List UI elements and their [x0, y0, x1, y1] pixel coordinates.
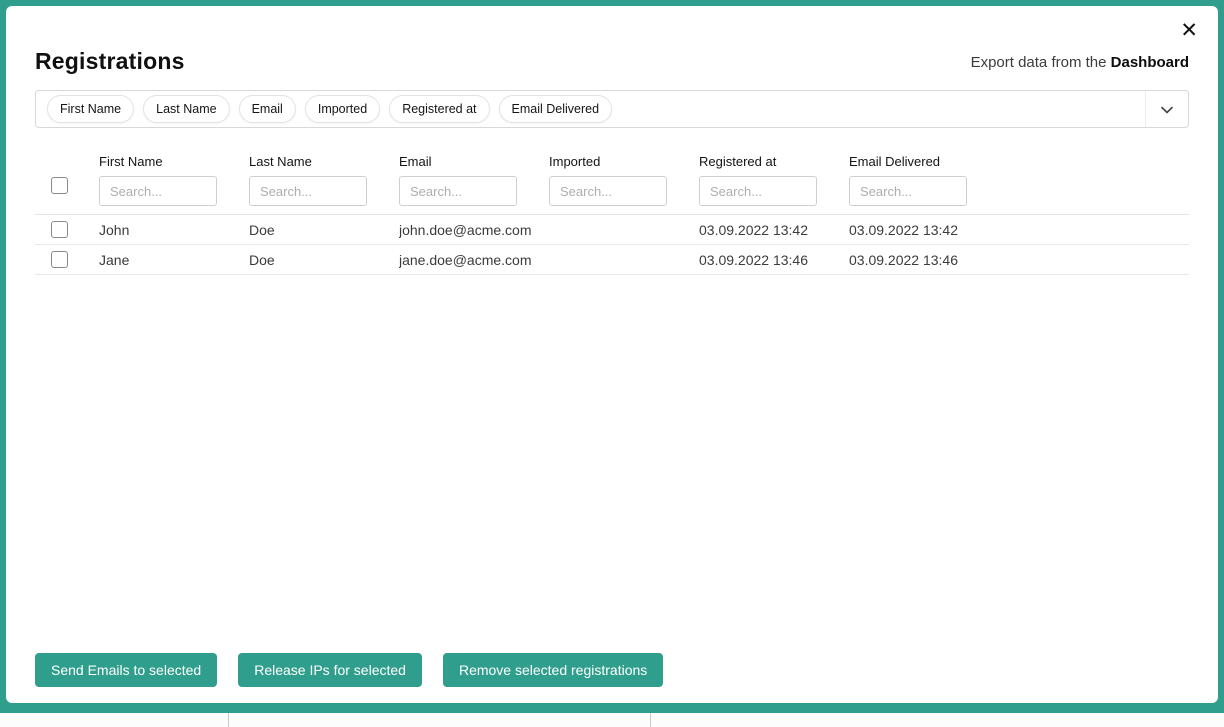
- background-table-gridline: [228, 713, 229, 727]
- close-icon[interactable]: ✕: [1176, 16, 1202, 45]
- dashboard-link[interactable]: Dashboard: [1111, 54, 1189, 71]
- filter-chip-last-name[interactable]: Last Name: [143, 95, 229, 123]
- column-header-email-delivered: Email Delivered: [849, 154, 999, 169]
- cell-email: john.doe@acme.com: [399, 222, 549, 238]
- select-all-checkbox[interactable]: [51, 177, 68, 194]
- search-input-email-delivered[interactable]: [849, 176, 967, 206]
- filter-chip-imported[interactable]: Imported: [305, 95, 380, 123]
- filter-chip-registered-at[interactable]: Registered at: [389, 95, 489, 123]
- registrations-modal: ✕ Registrations Export data from the Das…: [6, 6, 1218, 703]
- modal-header: Registrations Export data from the Dashb…: [35, 48, 1189, 75]
- cell-registered-at: 03.09.2022 13:42: [699, 222, 849, 238]
- row-checkbox[interactable]: [51, 221, 68, 238]
- send-emails-button[interactable]: Send Emails to selected: [35, 653, 217, 687]
- filter-chip-email-delivered[interactable]: Email Delivered: [499, 95, 613, 123]
- table-row: John Doe john.doe@acme.com 03.09.2022 13…: [35, 215, 1189, 245]
- column-header-email: Email: [399, 154, 549, 169]
- column-header-last-name: Last Name: [249, 154, 399, 169]
- cell-first-name: Jane: [99, 252, 249, 268]
- search-input-first-name[interactable]: [99, 176, 217, 206]
- cell-first-name: John: [99, 222, 249, 238]
- search-input-last-name[interactable]: [249, 176, 367, 206]
- release-ips-button[interactable]: Release IPs for selected: [238, 653, 422, 687]
- export-hint-text: Export data from the: [971, 54, 1107, 71]
- table-row: Jane Doe jane.doe@acme.com 03.09.2022 13…: [35, 245, 1189, 275]
- background-page-edge: [0, 713, 1224, 727]
- search-input-imported[interactable]: [549, 176, 667, 206]
- background-table-gridline: [650, 713, 651, 727]
- column-header-first-name: First Name: [99, 154, 249, 169]
- cell-email-delivered: 03.09.2022 13:46: [849, 252, 999, 268]
- cell-email-delivered: 03.09.2022 13:42: [849, 222, 999, 238]
- chevron-down-icon: [1161, 102, 1173, 117]
- column-header-imported: Imported: [549, 154, 699, 169]
- search-input-email[interactable]: [399, 176, 517, 206]
- filter-dropdown-button[interactable]: [1145, 91, 1188, 127]
- filter-chip-first-name[interactable]: First Name: [47, 95, 134, 123]
- search-input-registered-at[interactable]: [699, 176, 817, 206]
- filter-chip-email[interactable]: Email: [239, 95, 296, 123]
- cell-email: jane.doe@acme.com: [399, 252, 549, 268]
- cell-registered-at: 03.09.2022 13:46: [699, 252, 849, 268]
- column-header-registered-at: Registered at: [699, 154, 849, 169]
- registrations-table: First Name Last Name Email Imported Regi…: [35, 154, 1189, 275]
- remove-registrations-button[interactable]: Remove selected registrations: [443, 653, 663, 687]
- row-checkbox[interactable]: [51, 251, 68, 268]
- page-title: Registrations: [35, 48, 185, 75]
- cell-last-name: Doe: [249, 222, 399, 238]
- column-filter-bar: First Name Last Name Email Imported Regi…: [35, 90, 1189, 128]
- cell-last-name: Doe: [249, 252, 399, 268]
- bulk-actions: Send Emails to selected Release IPs for …: [35, 653, 663, 687]
- export-hint: Export data from the Dashboard: [971, 54, 1189, 75]
- table-header-row: First Name Last Name Email Imported Regi…: [35, 154, 1189, 215]
